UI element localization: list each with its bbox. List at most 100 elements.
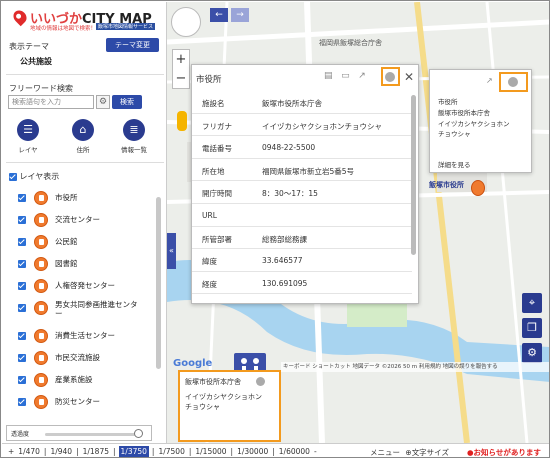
menu-link[interactable]: メニュー — [370, 448, 400, 457]
opacity-slider-handle[interactable] — [134, 429, 143, 438]
popup-scrollbar[interactable] — [411, 95, 416, 255]
close-icon[interactable]: ✕ — [404, 70, 414, 84]
layer-item[interactable]: 市役所 — [18, 188, 154, 210]
settings-gear-icon[interactable]: ⚙ — [522, 343, 542, 363]
scale-option[interactable]: 1/15000 — [194, 447, 227, 456]
app-frame: 福岡県飯塚総合庁舎 飯塚市役所 ← → + − « ⌖ ❐ ⚙ Google キ… — [0, 0, 550, 458]
popup-globe-icon[interactable] — [385, 72, 395, 82]
font-size-link[interactable]: 文字サイズ — [412, 448, 449, 457]
search-input[interactable]: 検索語句を入力 — [8, 95, 94, 109]
popup-row: 開庁時間 8：30～17：15 — [192, 181, 412, 204]
footer-menu: メニュー ⊕文字サイズ — [370, 447, 449, 457]
layer-label: 交流センター — [55, 215, 100, 224]
layer-checkbox[interactable] — [18, 282, 26, 290]
scale-separator: | — [113, 447, 116, 456]
print-icon[interactable]: ▤ — [324, 71, 333, 81]
layer-checkbox[interactable] — [18, 398, 26, 406]
layer-item[interactable]: 消費生活センター — [18, 326, 154, 348]
layer-item[interactable]: 男女共同参画推進センター — [18, 298, 154, 326]
layer-checkbox[interactable] — [18, 304, 26, 312]
popup-title: 市役所 — [196, 75, 222, 85]
scale-option[interactable]: 1/3750 — [118, 446, 149, 457]
zoom-out-button[interactable]: − — [173, 69, 189, 88]
compass-control[interactable] — [171, 7, 201, 37]
opacity-label: 透過度 — [11, 431, 30, 438]
layer-item[interactable]: 防災センター — [18, 392, 154, 414]
facility-popup: 市役所 ▤ ▭ ↗ ✕ 施設名 飯塚市役所本庁舎 フリガナ イイヅカシヤクショホンチョ… — [191, 64, 419, 304]
facility-icon — [34, 351, 48, 365]
bottom-info-popup: 飯塚市役所本庁舎 イイヅカシヤクショホン チョウシャ — [178, 370, 281, 442]
zoom-in-button[interactable]: + — [173, 50, 189, 69]
layer-label: 人権啓発センター — [55, 281, 115, 290]
info-popup-share-icon[interactable]: ↗ — [486, 76, 493, 85]
layer-item[interactable]: 市民交流施設 — [18, 348, 154, 370]
divider — [6, 162, 164, 163]
notice-link[interactable]: ●お知らせがあります — [467, 447, 541, 457]
theme-change-button[interactable]: テーマ変更 — [106, 38, 159, 52]
layer-label: 公民館 — [55, 237, 78, 246]
map-label-building: 福岡県飯塚総合庁舎 — [319, 39, 382, 47]
popup-field-value: 総務部総務課 — [262, 234, 307, 244]
popup-row: 緯度 33.646577 — [192, 249, 412, 272]
forward-arrow-button[interactable]: → — [231, 8, 249, 22]
popup-toolbar: ▤ ▭ ↗ — [324, 71, 366, 81]
app-logo: いいづかCITY MAP 地域の情報は地図で検索！ 飯塚市地図情報サービス — [8, 6, 168, 34]
nav-layer-label: レイヤ — [18, 146, 38, 154]
layer-item[interactable]: 交流センター — [18, 210, 154, 232]
layer-checkbox[interactable] — [18, 376, 26, 384]
layer-item[interactable]: 図書館 — [18, 254, 154, 276]
home-icon: ⌂ — [72, 119, 94, 141]
scale-option[interactable]: 1/60000 — [278, 447, 311, 456]
search-settings-gear-icon[interactable]: ⚙ — [96, 95, 110, 109]
scale-option[interactable]: 1/30000 — [236, 447, 269, 456]
facility-icon — [34, 373, 48, 387]
info-popup-globe-icon[interactable] — [508, 77, 518, 87]
popup-row: 所管部署 総務部総務課 — [192, 227, 412, 250]
scale-separator: | — [272, 447, 275, 456]
bottom-popup-globe-icon[interactable] — [256, 377, 265, 386]
sidebar-toggle-button[interactable]: « — [167, 233, 176, 269]
layer-checkbox[interactable] — [18, 194, 26, 202]
nav-layer-button[interactable]: ☰ レイヤ — [10, 119, 46, 154]
layer-label: 市役所 — [55, 193, 78, 202]
layer-checkbox[interactable] — [18, 238, 26, 246]
layer-checkbox[interactable] — [18, 260, 26, 268]
list-icon: ☰ — [17, 119, 39, 141]
back-arrow-button[interactable]: ← — [210, 8, 228, 22]
layer-checkbox[interactable] — [18, 216, 26, 224]
info-popup-line-3: イイヅカシヤクショホン — [438, 120, 510, 128]
search-button[interactable]: 検索 — [112, 95, 142, 109]
facility-icon — [34, 213, 48, 227]
layer-checkbox[interactable] — [18, 332, 26, 340]
layer-item[interactable]: 公民館 — [18, 232, 154, 254]
scale-zoom-out[interactable]: - — [313, 447, 318, 456]
facility-icon — [34, 279, 48, 293]
scale-option[interactable]: 1/7500 — [157, 447, 185, 456]
street-view-pegman-icon[interactable] — [177, 111, 187, 131]
opacity-track[interactable] — [45, 433, 139, 436]
layer-header-checkbox[interactable] — [9, 172, 17, 181]
layer-item[interactable]: 人権啓発センター — [18, 276, 154, 298]
info-popup-detail-link[interactable]: 詳細を見る — [438, 159, 471, 169]
cityhall-marker-icon[interactable] — [471, 180, 485, 196]
bottom-popup-line-2: チョウシャ — [185, 403, 220, 411]
map-attribution[interactable]: キーボード ショートカット 地図データ ©2026 50 m 利用規約 地図の誤… — [281, 362, 549, 372]
facility-icon — [34, 191, 48, 205]
nav-address-button[interactable]: ⌂ 住所 — [65, 119, 101, 154]
table-icon[interactable]: ▭ — [341, 71, 350, 81]
layers-copy-icon[interactable]: ❐ — [522, 318, 542, 338]
layer-list-scrollbar[interactable] — [156, 197, 161, 369]
layer-label: 消費生活センター — [55, 331, 115, 340]
locate-icon[interactable]: ⌖ — [522, 293, 542, 313]
nav-info-list-button[interactable]: ≣ 情報一覧 — [116, 119, 152, 154]
footer-bar: +1/470 | 1/940 | 1/1875 | 1/3750 | 1/7500 | 1/1500… — [2, 443, 549, 457]
scale-option[interactable]: 1/1875 — [82, 447, 110, 456]
scale-zoom-in[interactable]: + — [7, 447, 15, 456]
layer-checkbox[interactable] — [18, 354, 26, 362]
scale-option[interactable]: 1/470 — [17, 447, 41, 456]
popup-field-key: フリガナ — [202, 121, 232, 131]
layer-label: 産業系施設 — [55, 375, 93, 384]
layer-item[interactable]: 産業系施設 — [18, 370, 154, 392]
share-icon[interactable]: ↗ — [358, 71, 366, 81]
scale-option[interactable]: 1/940 — [49, 447, 73, 456]
